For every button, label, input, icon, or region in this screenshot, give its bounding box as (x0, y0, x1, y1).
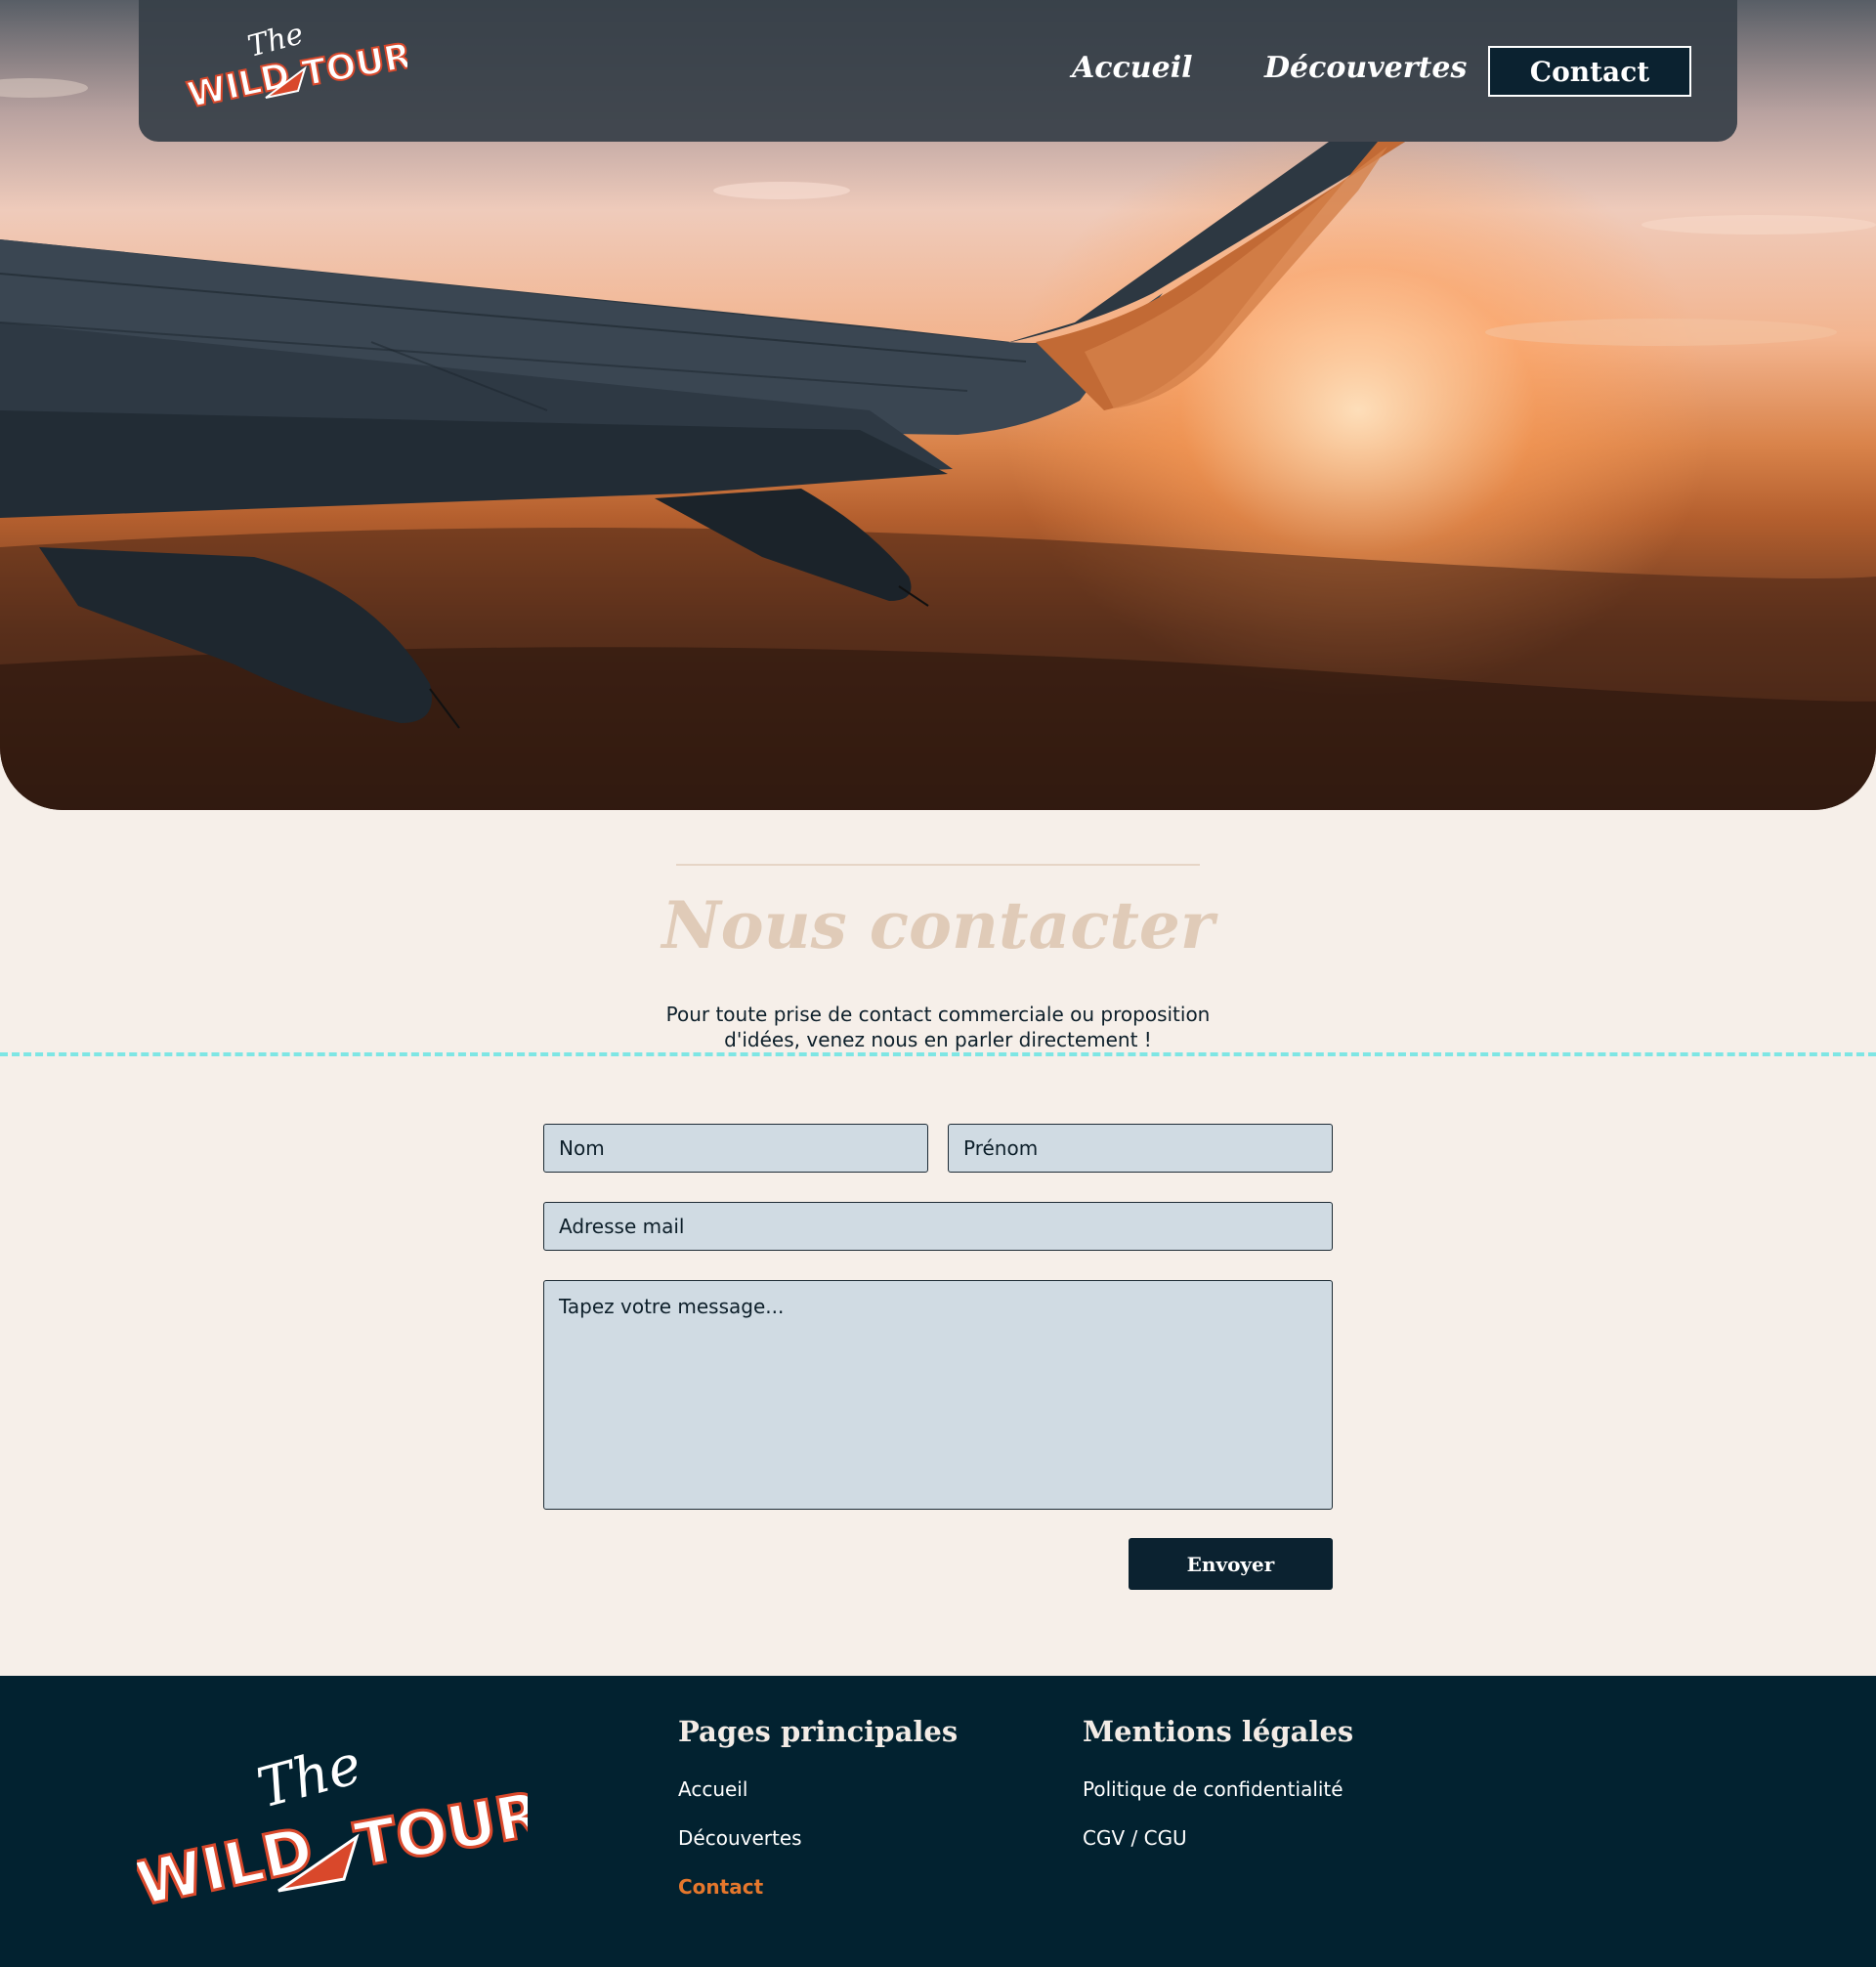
footer-link-privacy[interactable]: Politique de confidentialité (1083, 1777, 1343, 1801)
nav-accueil-link[interactable]: Accueil (1072, 51, 1193, 85)
nom-field[interactable] (543, 1124, 928, 1173)
logo-mark: The WILD TOUR (183, 17, 415, 117)
footer-link-contact[interactable]: Contact (678, 1875, 763, 1899)
svg-text:TOUR: TOUR (299, 36, 407, 95)
page-title: Nous contacter (661, 887, 1215, 963)
svg-text:WILD: WILD (184, 56, 293, 116)
top-navbar: The WILD TOUR Accueil Découvertes Contac… (139, 0, 1737, 142)
contact-description: Pour toute prise de contact commerciale … (665, 1003, 1211, 1051)
email-field[interactable] (543, 1202, 1333, 1251)
message-field[interactable] (543, 1280, 1333, 1510)
prenom-field[interactable] (948, 1124, 1333, 1173)
footer-pages-heading: Pages principales (678, 1715, 959, 1748)
dashed-divider (0, 1052, 1876, 1056)
svg-text:WILD: WILD (137, 1813, 320, 1919)
footer: The WILD TOUR Pages principales Accueil … (0, 1676, 1876, 1967)
send-button[interactable]: Envoyer (1129, 1538, 1333, 1590)
footer-link-decouvertes[interactable]: Découvertes (678, 1826, 802, 1850)
footer-logo[interactable]: The WILD TOUR (128, 1732, 549, 1930)
title-divider (676, 864, 1200, 866)
wild-tour-logo[interactable]: The WILD TOUR (183, 17, 415, 125)
footer-link-accueil[interactable]: Accueil (678, 1777, 747, 1801)
svg-text:TOUR: TOUR (350, 1777, 528, 1880)
footer-link-cgv[interactable]: CGV / CGU (1083, 1826, 1187, 1850)
footer-legal-heading: Mentions légales (1083, 1715, 1354, 1748)
nav-decouvertes-link[interactable]: Découvertes (1264, 51, 1467, 85)
svg-text:The: The (251, 1734, 368, 1821)
nav-contact-button[interactable]: Contact (1488, 46, 1691, 97)
footer-logo-mark: The WILD TOUR (128, 1732, 549, 1921)
